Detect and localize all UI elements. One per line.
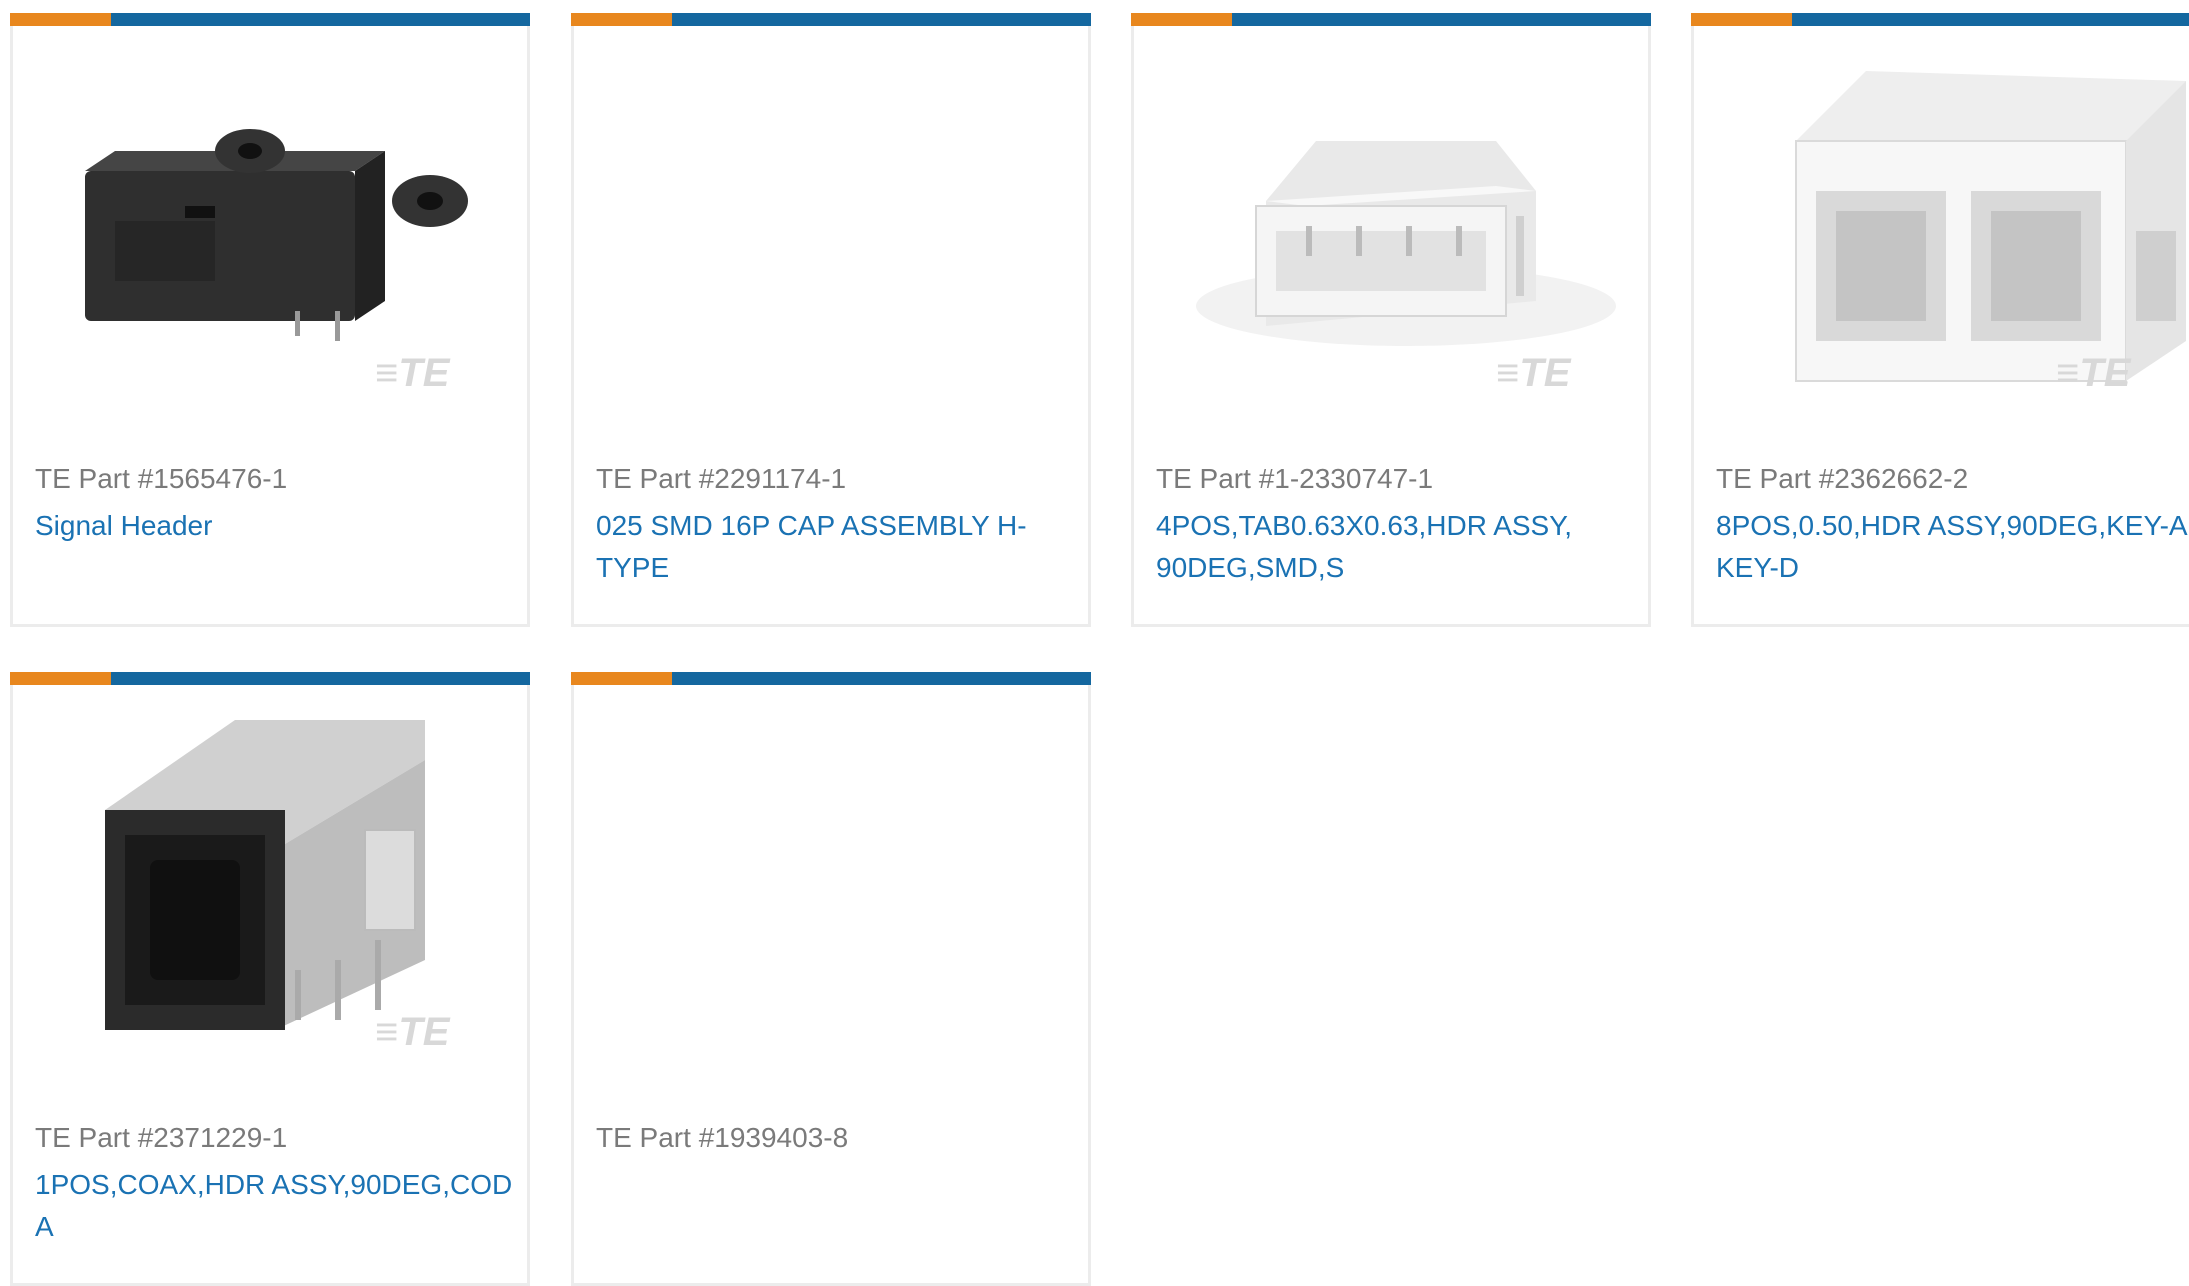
te-watermark-logo: ≡TE	[1496, 351, 1572, 395]
product-card[interactable]: TE Part #1939403-8	[571, 672, 1091, 1286]
product-card[interactable]: ≡TE TE Part #1565476-1 Signal Header	[10, 13, 530, 627]
card-accent-bar	[10, 672, 530, 685]
product-card[interactable]: ≡TE TE Part #2362662-2 8POS,0.50,HDR ASS…	[1691, 13, 2189, 627]
product-image[interactable]: ≡TE	[1156, 41, 1630, 421]
product-title-link[interactable]: 4POS,TAB0.63X0.63,HDR ASSY, 90DEG,SMD,S	[1156, 505, 1638, 589]
product-image[interactable]	[596, 700, 1070, 1080]
product-image[interactable]	[596, 41, 1070, 421]
part-number: TE Part #1565476-1	[35, 463, 288, 494]
product-grid: ≡TE TE Part #1565476-1 Signal Header TE …	[0, 0, 2189, 1286]
product-title-link[interactable]: 025 SMD 16P CAP ASSEMBLY H-TYPE	[596, 505, 1078, 589]
product-title-link[interactable]: Signal Header	[35, 505, 517, 547]
product-card[interactable]: ≡TE TE Part #1-2330747-1 4POS,TAB0.63X0.…	[1131, 13, 1651, 627]
te-watermark-logo: ≡TE	[375, 1010, 451, 1054]
part-number: TE Part #2291174-1	[596, 463, 847, 494]
card-accent-bar	[571, 13, 1091, 26]
part-number: TE Part #1939403-8	[596, 1122, 849, 1153]
product-image[interactable]: ≡TE	[35, 700, 509, 1080]
white-4pos-header-image	[1196, 141, 1616, 346]
product-image[interactable]: ≡TE	[35, 41, 509, 421]
part-number: TE Part #2371229-1	[35, 1122, 288, 1153]
card-accent-bar	[1131, 13, 1651, 26]
part-number: TE Part #1-2330747-1	[1156, 463, 1434, 494]
white-8pos-header-image	[1795, 71, 2186, 382]
part-number: TE Part #2362662-2	[1716, 463, 1969, 494]
product-image[interactable]: ≡TE	[1716, 41, 2189, 421]
product-card[interactable]: TE Part #2291174-1 025 SMD 16P CAP ASSEM…	[571, 13, 1091, 627]
product-title-link[interactable]: 1POS,COAX,HDR ASSY,90DEG,COD A	[35, 1164, 517, 1248]
product-title-link[interactable]: 8POS,0.50,HDR ASSY,90DEG,KEY-A, KEY-D	[1716, 505, 2189, 589]
card-accent-bar	[571, 672, 1091, 685]
card-accent-bar	[1691, 13, 2189, 26]
te-watermark-logo: ≡TE	[375, 351, 451, 395]
black-signal-header-image	[85, 129, 468, 341]
coax-header-image	[105, 720, 425, 1030]
te-watermark-logo: ≡TE	[2056, 351, 2132, 395]
card-accent-bar	[10, 13, 530, 26]
product-card[interactable]: ≡TE TE Part #2371229-1 1POS,COAX,HDR ASS…	[10, 672, 530, 1286]
